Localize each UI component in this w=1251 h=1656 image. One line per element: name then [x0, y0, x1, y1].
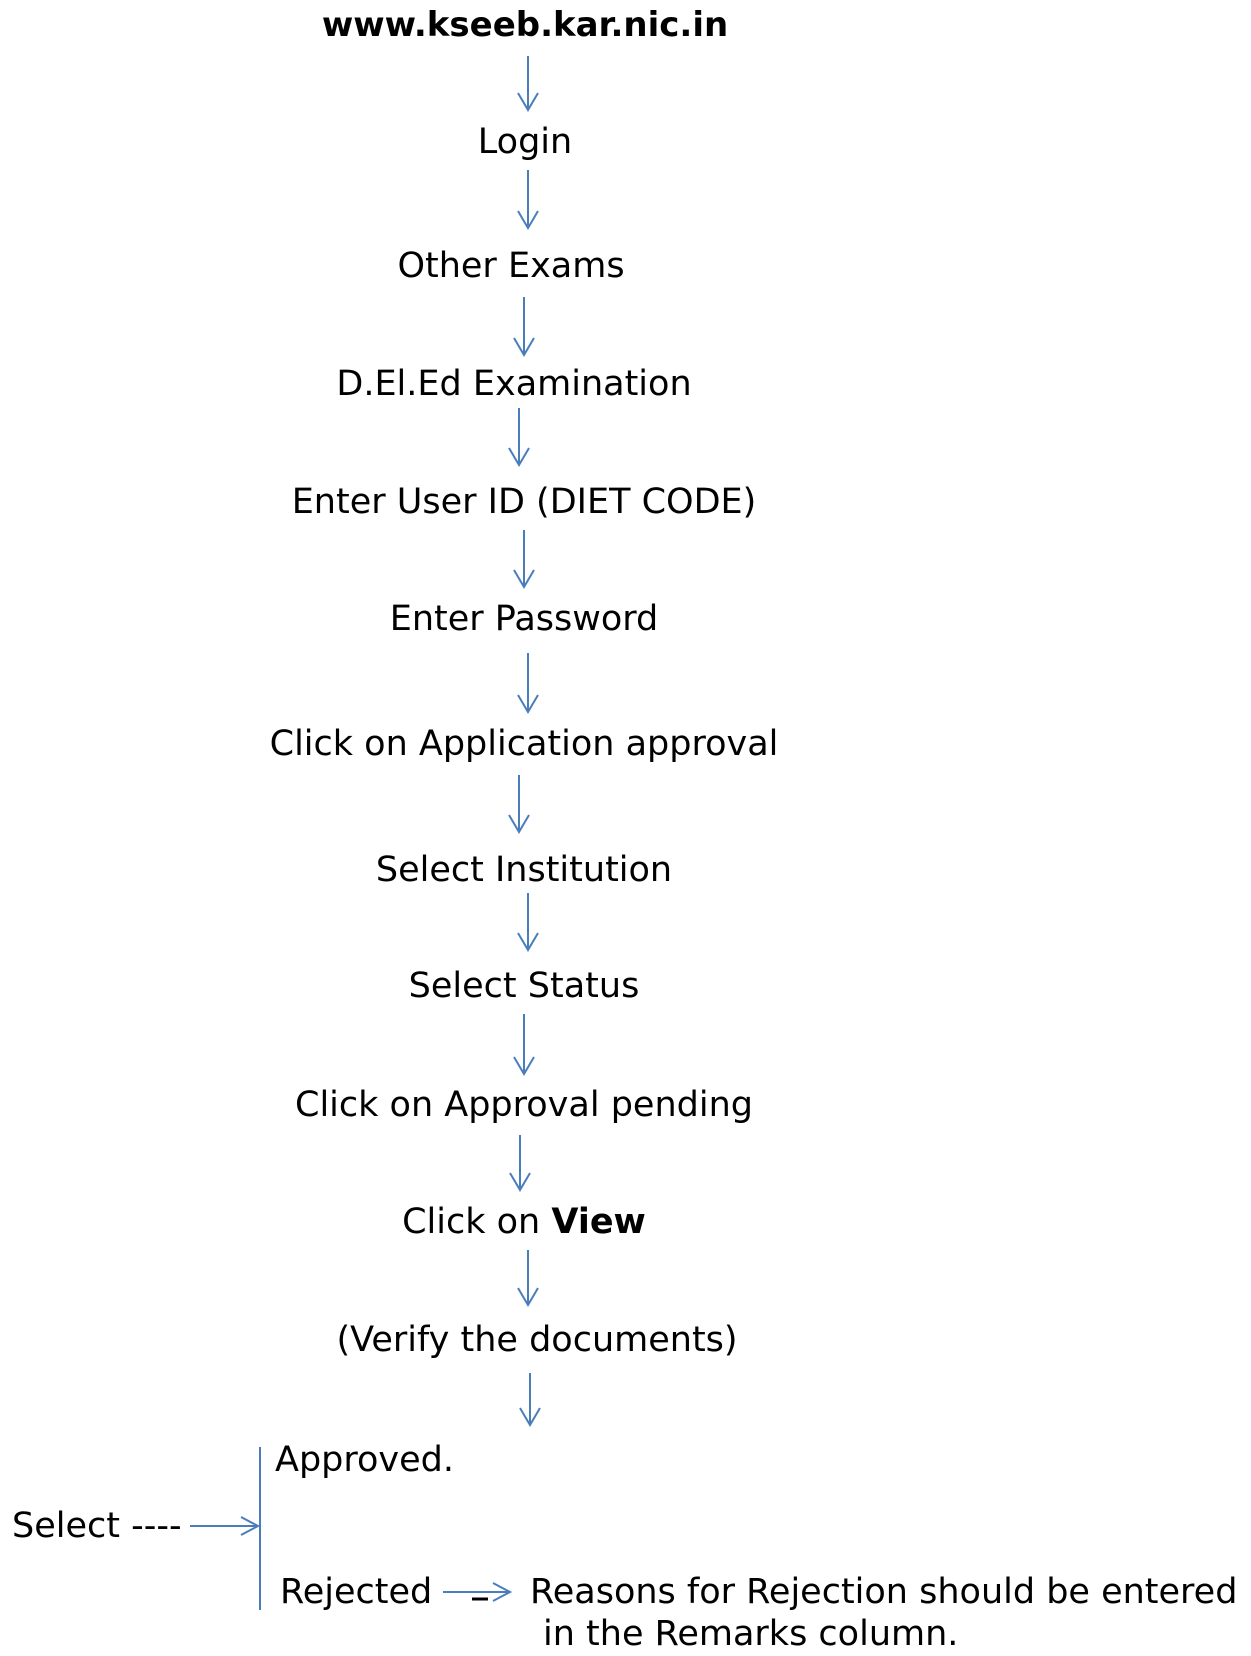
- step-verify-documents: (Verify the documents): [336, 1320, 738, 1360]
- branch-select-label: Select ----: [12, 1506, 182, 1546]
- view-bold: View: [551, 1202, 646, 1242]
- select-arrow: [190, 1516, 261, 1536]
- branch-rejected: Rejected: [280, 1572, 433, 1612]
- website-url: www.kseeb.kar.nic.in: [321, 5, 729, 45]
- view-prefix: Click on: [402, 1202, 552, 1242]
- step-click-view: Click on View: [402, 1200, 646, 1244]
- branch-approved: Approved.: [275, 1440, 454, 1480]
- step-other-exams: Other Exams: [397, 246, 625, 286]
- step-login: Login: [477, 122, 573, 162]
- step-approval-pending: Click on Approval pending: [295, 1085, 753, 1125]
- arrow-approval-pending-to-view: [509, 1135, 531, 1192]
- arrow-other-exams-to-deled: [513, 297, 535, 357]
- arrow-deled-to-user-id: [508, 408, 530, 467]
- step-enter-password: Enter Password: [389, 599, 659, 639]
- arrow-view-to-verify: [517, 1250, 539, 1307]
- arrow-verify-to-branch: [519, 1373, 541, 1427]
- step-enter-user-id: Enter User ID (DIET CODE): [291, 482, 757, 522]
- arrow-status-to-approval-pending: [513, 1014, 535, 1076]
- arrow-password-to-app-approval: [517, 653, 539, 714]
- arrow-url-to-login: [517, 56, 539, 112]
- arrow-app-approval-to-institution: [508, 775, 530, 834]
- arrow-institution-to-status: [517, 893, 539, 952]
- flowchart-arrows: [190, 56, 541, 1610]
- step-select-institution: Select Institution: [375, 850, 673, 890]
- rejection-reason-line-1: Reasons for Rejection should be entered: [530, 1572, 1238, 1612]
- arrow-user-id-to-password: [513, 530, 535, 589]
- step-application-approval: Click on Application approval: [269, 724, 779, 764]
- arrow-login-to-other-exams: [517, 170, 539, 230]
- rejection-reason-line-2: in the Remarks column.: [543, 1614, 959, 1654]
- step-deled-examination: D.El.Ed Examination: [336, 364, 692, 404]
- step-select-status: Select Status: [408, 966, 640, 1006]
